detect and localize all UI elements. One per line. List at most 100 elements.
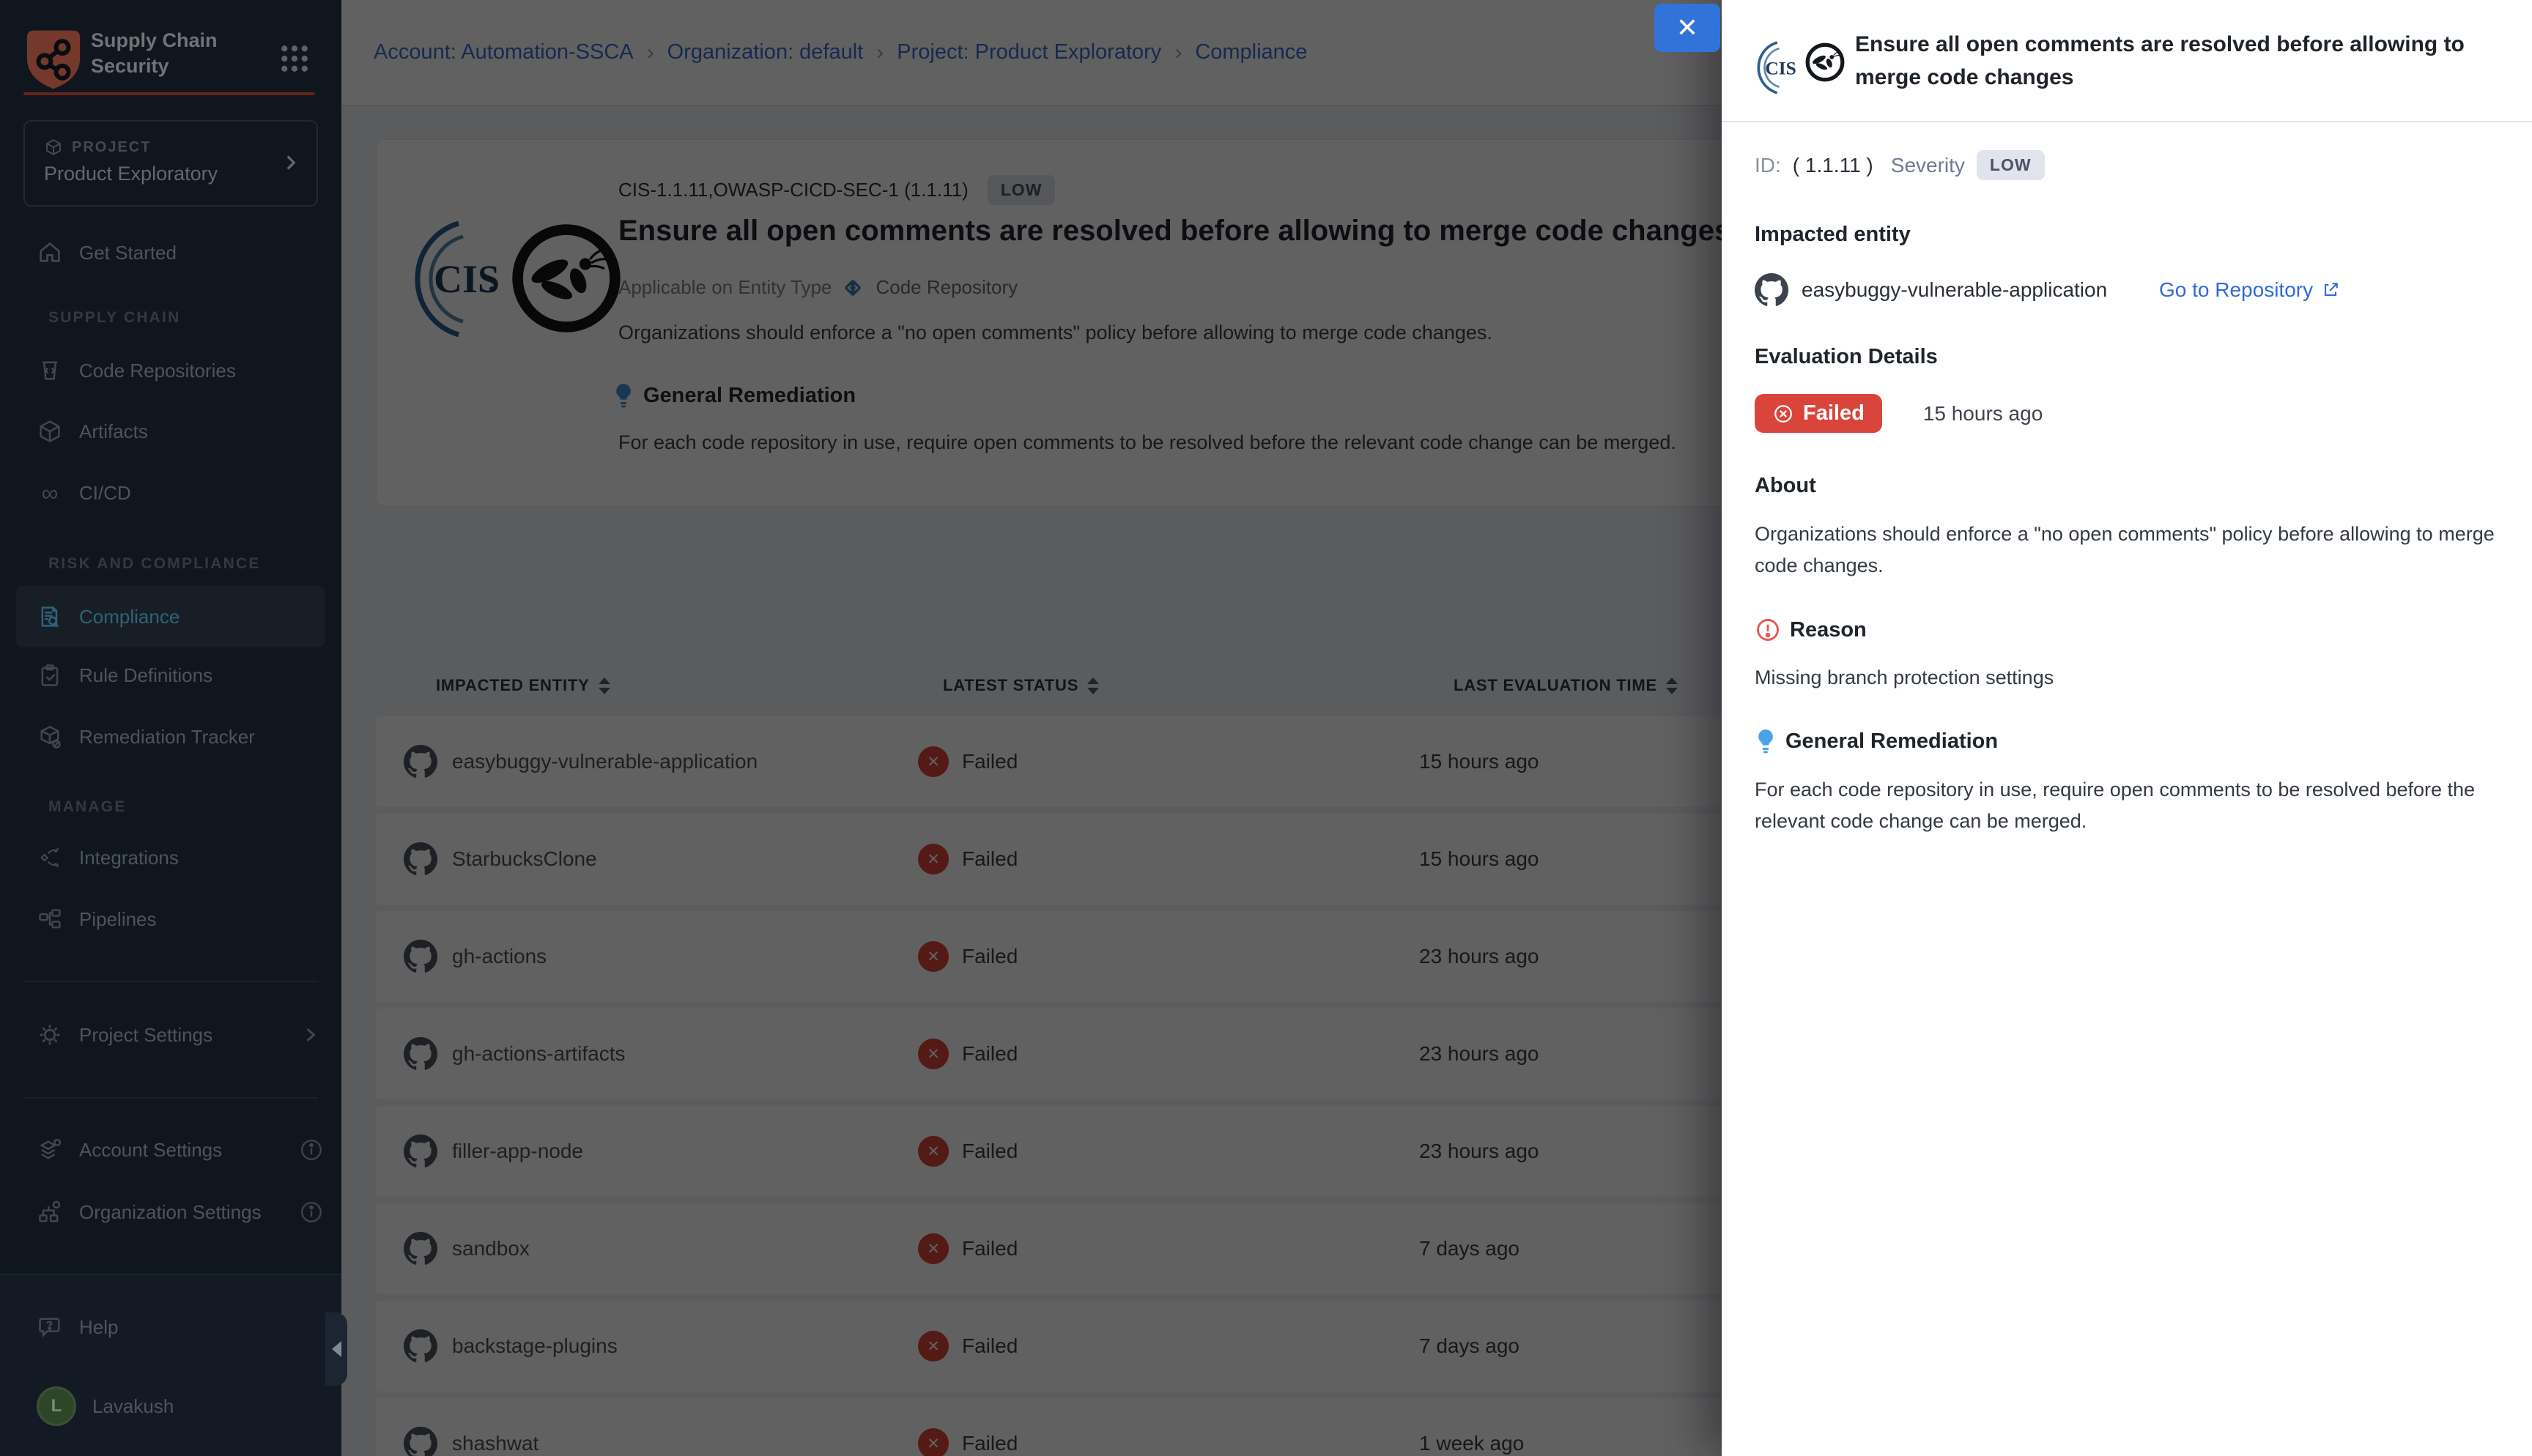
info-icon[interactable] [299,1200,324,1225]
entity-name: shashwat [452,1432,538,1455]
entity-name: easybuggy-vulnerable-application [452,750,758,773]
sidebar-item-label: Pipelines [79,908,157,931]
sort-icon [1666,677,1678,694]
status-label: Failed [962,1140,1018,1163]
status-label: Failed [962,1237,1018,1260]
go-to-repository-label: Go to Repository [2159,278,2313,302]
chevron-right-icon [297,1022,324,1048]
github-icon [404,1232,437,1266]
user-menu[interactable]: L Lavakush [37,1384,324,1428]
info-icon[interactable] [299,1137,324,1162]
sidebar-item-label: Artifacts [79,420,148,443]
sidebar-item-organization-settings[interactable]: Organization Settings [37,1190,324,1234]
evaluation-details-heading: Evaluation Details [1755,345,2503,369]
evaluation-time: 15 hours ago [1419,750,1539,773]
entity-name: backstage-plugins [452,1334,618,1358]
app-root: Account: Automation-SSCA › Organization:… [0,0,2532,1456]
entity-name: filler-app-node [452,1140,583,1163]
remediation-heading: General Remediation [643,384,856,408]
failed-status-icon: ✕ [918,1136,949,1167]
status-label: Failed [962,945,1018,968]
layers-gear-icon [37,1137,63,1163]
sidebar-item-get-started[interactable]: Get Started [37,231,324,275]
integrations-icon [37,844,63,871]
sort-icon [1087,677,1099,694]
applicable-label: Applicable on Entity Type [618,276,832,299]
entity-type-diamond-icon [842,277,864,299]
close-button[interactable]: ✕ [1654,4,1720,52]
avatar: L [37,1386,76,1426]
cis-logo-icon: CIS [407,207,501,351]
sidebar-item-pipelines[interactable]: Pipelines [37,897,324,941]
breadcrumb-organization[interactable]: Organization: default [667,40,864,64]
home-icon [37,239,63,266]
rule-detail-drawer: ✕ CIS Ensure all open comm [1722,0,2532,1456]
sidebar-item-label: Project Settings [79,1024,212,1047]
sidebar-item-rule-definitions[interactable]: Rule Definitions [37,653,324,697]
failed-status-badge: Failed [1755,394,1882,433]
about-text: Organizations should enforce a "no open … [1755,519,2495,582]
evaluation-time: 15 hours ago [1419,847,1539,871]
github-icon [404,842,437,876]
rule-standard-ids: CIS-1.1.11,OWASP-CICD-SEC-1 (1.1.11) [618,179,969,201]
github-icon [404,1329,437,1363]
github-icon [404,1427,437,1456]
failed-status-icon: ✕ [918,746,949,777]
failed-circle-x-icon [1772,403,1794,425]
sidebar-item-label: Help [79,1316,118,1339]
project-cube-icon [44,138,63,157]
entity-type-label: Code Repository [876,276,1018,299]
column-label: LATEST STATUS [943,676,1078,695]
module-grid-icon[interactable] [278,42,311,75]
artifact-cube-icon [37,418,63,445]
breadcrumb-compliance[interactable]: Compliance [1195,40,1307,64]
drawer-remediation-heading: General Remediation [1785,729,1998,754]
sidebar-item-artifacts[interactable]: Artifacts [37,409,324,453]
app-title: Supply Chain Security [91,28,259,79]
evaluation-time: 7 days ago [1419,1334,1519,1358]
sidebar-collapse-handle[interactable] [325,1312,347,1386]
about-heading: About [1755,474,2503,498]
severity-badge: LOW [1977,150,2045,180]
reason-heading: Reason [1790,618,1867,642]
github-icon [1755,273,1788,307]
sidebar-item-label: Compliance [79,606,179,628]
sidebar-item-integrations[interactable]: Integrations [37,836,324,880]
breadcrumb-project[interactable]: Project: Product Exploratory [897,40,1161,64]
external-link-icon [2320,280,2341,300]
sidebar-item-help[interactable]: Help [37,1305,324,1349]
breadcrumb-separator: › [647,40,654,65]
sidebar-item-label: Organization Settings [79,1201,262,1224]
sidebar-item-account-settings[interactable]: Account Settings [37,1128,324,1172]
failed-status-icon: ✕ [918,1233,949,1264]
column-impacted-entity[interactable]: IMPACTED ENTITY [436,663,610,708]
sidebar-item-label: Rule Definitions [79,664,212,687]
severity-badge: LOW [988,175,1056,205]
svg-text:CIS: CIS [1765,58,1796,78]
cis-logo-icon: CIS [1754,35,1796,88]
pipelines-icon [37,906,63,932]
sidebar-item-code-repositories[interactable]: Code Repositories [37,349,324,393]
sidebar-item-project-settings[interactable]: Project Settings [37,1013,324,1057]
lightbulb-icon [1755,727,1777,755]
breadcrumb-account[interactable]: Account: Automation-SSCA [374,40,634,64]
project-selector[interactable]: PROJECT Product Exploratory [23,120,318,207]
impacted-entity-heading: Impacted entity [1755,223,2503,247]
column-latest-status[interactable]: LATEST STATUS [943,663,1099,708]
id-value: ( 1.1.11 ) [1793,154,1873,177]
failed-status-icon: ✕ [918,1331,949,1362]
breadcrumb-separator: › [876,40,884,65]
go-to-repository-link[interactable]: Go to Repository [2159,278,2341,302]
sidebar-item-compliance[interactable]: Compliance [16,586,325,647]
failed-status-icon: ✕ [918,1428,949,1456]
github-icon [404,940,437,973]
evaluation-time: 23 hours ago [1419,1042,1539,1066]
column-last-evaluation-time[interactable]: LAST EVALUATION TIME [1454,663,1678,708]
drawer-title: Ensure all open comments are resolved be… [1855,28,2514,94]
sidebar-item-label: CI/CD [79,482,131,505]
sort-icon [599,677,610,694]
status-label: Failed [962,750,1018,773]
sidebar-item-remediation-tracker[interactable]: Remediation Tracker [37,715,324,759]
sidebar-item-cicd[interactable]: ∞ CI/CD [37,471,324,515]
project-label: PROJECT [72,139,151,156]
